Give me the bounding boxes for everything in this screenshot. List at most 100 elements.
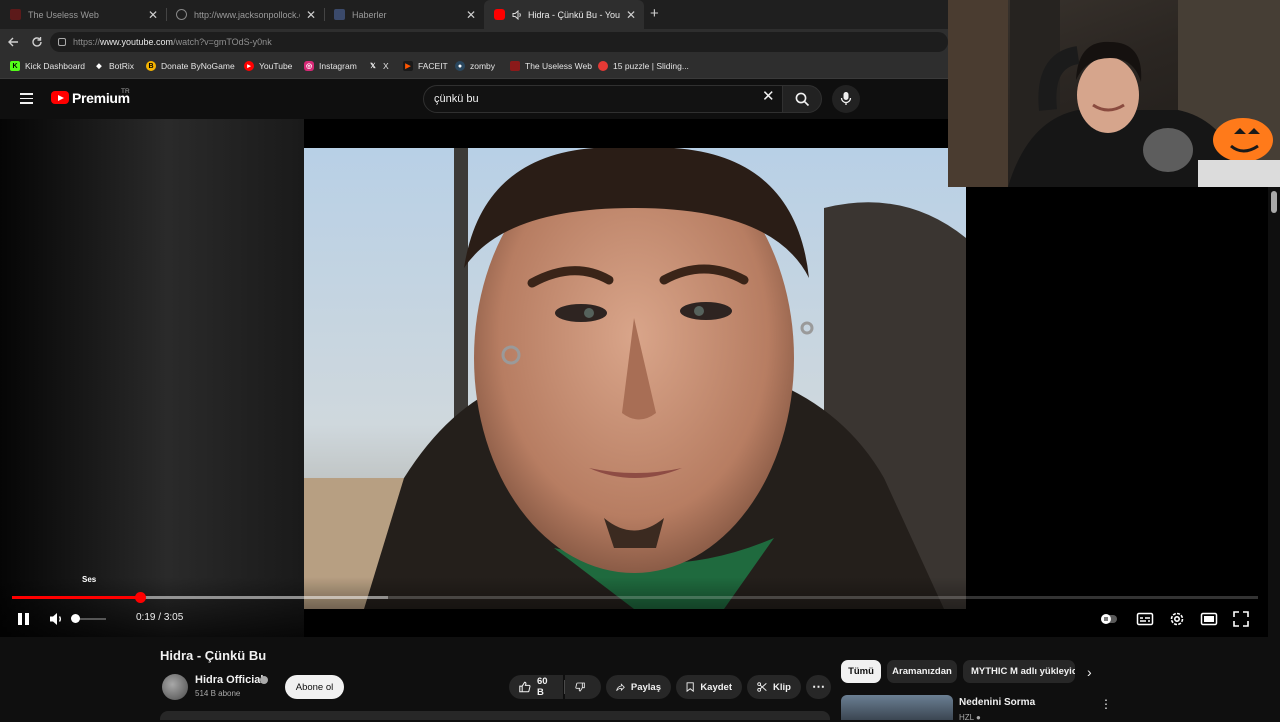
close-icon[interactable]: ✕ [148,8,158,22]
bookmark-bynogame[interactable]: B Donate ByNoGame [146,61,235,71]
progress-bar[interactable] [12,592,1258,603]
bookmark-faceit[interactable]: ▶ FACEIT [403,61,448,71]
bookmark-x[interactable]: 𝕏X [368,61,389,71]
bookmark-15-puzzle[interactable]: 15 puzzle | Sliding... [598,61,689,71]
share-button[interactable]: Paylaş [606,675,671,699]
search-icon [795,92,810,107]
pause-button[interactable] [17,612,31,626]
url-scheme: https:// [73,37,101,47]
clip-label: Klip [773,681,791,693]
recommendation-channel: HZL ● [959,713,981,722]
streamer-webcam-image [948,0,1280,187]
theater-mode-icon[interactable] [1200,610,1218,628]
chip-all[interactable]: Tümü [841,660,881,683]
puzzle-icon [598,61,608,71]
scrubber-handle[interactable] [134,592,146,603]
voice-search-button[interactable] [832,85,860,113]
video-frame[interactable] [304,148,966,609]
subscribe-button[interactable]: Abone ol [285,675,344,699]
tab-youtube-active[interactable]: Hidra - Çünkü Bu - YouTube ✕ [484,0,644,29]
channel-avatar[interactable] [162,674,188,700]
ambient-glow [0,119,304,637]
tab-title: Haberler [352,9,387,20]
youtube-icon: ▸ [244,61,254,71]
chip-from-search[interactable]: Aramanızdan [887,660,957,683]
close-icon[interactable]: ✕ [466,8,476,22]
pause-icon-bar [25,613,29,625]
speaker-icon[interactable] [512,9,523,20]
bookmark-label: BotRix [109,61,135,71]
uselessweb-icon [510,61,520,71]
recommendation-thumbnail[interactable] [841,695,953,720]
kick-icon: K [10,61,20,71]
x-icon: 𝕏 [370,63,376,70]
clear-search-icon[interactable]: ✕ [762,89,775,104]
pause-icon [18,613,22,625]
tab-jackson-pollock[interactable]: http://www.jacksonpollock.org/ by ✕ [166,0,324,29]
microphone-icon [840,92,852,105]
subtitles-icon[interactable] [1136,610,1154,628]
page-scrollbar[interactable] [1268,187,1280,720]
recommendation-menu-icon[interactable]: ⋮ [1100,697,1112,711]
channel-name[interactable]: Hidra Official [195,674,263,686]
region-code: TR [121,88,130,95]
search-button[interactable] [782,85,822,113]
bookmark-kick-dashboard[interactable]: K Kick Dashboard [10,61,85,71]
dislike-button[interactable] [565,675,601,699]
subscriber-count: 514 B abone [195,689,241,698]
played-range [12,596,140,599]
thumbs-down-icon [575,682,585,692]
webcam-overlay [948,0,1280,187]
site-info-icon[interactable] [58,38,66,46]
bookmark-label: Instagram [319,61,357,71]
volume-tooltip: Ses [82,575,97,584]
time-display: 0:19 / 3:05 [136,612,184,623]
save-button[interactable]: Kaydet [676,675,742,699]
recommendation-title[interactable]: Nedenini Sorma [959,697,1035,708]
url-path: /watch?v=gmTOdS-y0nk [173,37,272,47]
bookmark-label: YouTube [259,61,293,71]
url-host: www.youtube.com [100,37,174,47]
menu-icon[interactable] [20,93,33,104]
address-bar[interactable]: https://www.youtube.com/watch?v=gmTOdS-y… [50,32,948,52]
bookmark-botrix[interactable]: ◆ BotRix [94,61,134,71]
share-icon [616,682,625,691]
bookmark-label: Donate ByNoGame [161,61,235,71]
bookmark-zomby[interactable]: ● zomby [455,61,495,71]
globe-icon [176,9,187,20]
back-arrow-icon[interactable] [7,36,19,48]
video-player[interactable]: Ses 0:19 / 3:05 [0,119,1280,637]
close-icon[interactable]: ✕ [306,8,316,22]
search-query: çünkü bu [434,93,479,105]
bookmark-instagram[interactable]: ◎ Instagram [304,61,357,71]
chip-mythic-m[interactable]: MYTHIC M adlı yükleyici [963,660,1075,683]
bookmark-youtube[interactable]: ▸ YouTube [244,61,292,71]
scrollbar-thumb[interactable] [1271,191,1277,213]
like-button[interactable]: 60 B [509,675,563,699]
bookmark-label: X [383,61,389,71]
bookmark-label: FACEIT [418,61,448,71]
video-portrait-image [304,148,966,609]
search-input[interactable]: çünkü bu [423,85,788,113]
bookmark-useless-web[interactable]: The Useless Web [510,61,592,71]
reload-icon[interactable] [31,36,43,48]
volume-icon[interactable] [49,612,65,626]
tab-haberler[interactable]: Haberler ✕ [324,0,484,29]
news-favicon-icon [334,9,345,20]
description-box[interactable] [160,711,830,720]
verified-badge-icon [260,676,268,684]
controls-scrim [0,577,1280,637]
youtube-logo-icon[interactable] [51,91,69,104]
more-actions-icon[interactable]: ⋯ [806,675,831,699]
chevron-right-icon[interactable]: › [1087,664,1092,680]
new-tab-icon[interactable]: + [650,5,659,22]
settings-gear-icon[interactable] [1168,610,1186,628]
fullscreen-icon[interactable] [1232,610,1250,628]
clip-button[interactable]: Klip [747,675,801,699]
tab-useless-web[interactable]: The Useless Web ✕ [0,0,166,29]
share-label: Paylaş [630,681,661,693]
steam-icon: ● [455,61,465,71]
close-icon[interactable]: ✕ [626,8,636,22]
useless-web-favicon-icon [10,9,21,20]
autoplay-toggle-icon[interactable] [1100,610,1118,628]
